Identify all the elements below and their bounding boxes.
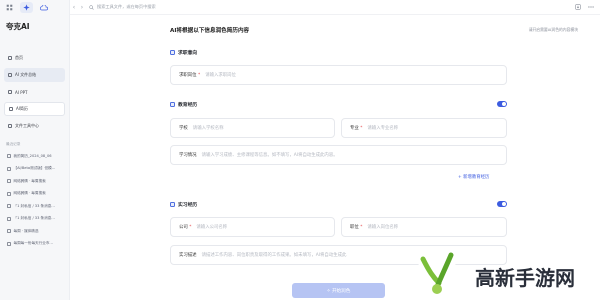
field-label: 职位 * — [350, 225, 363, 230]
section-title: 教育经历 — [178, 103, 198, 108]
document-icon — [7, 154, 11, 159]
top-bar: ‹ › 搜索工具文件，或在每页中搜索 — [70, 0, 600, 15]
document-icon — [7, 229, 11, 234]
field-placeholder: 请输入公司名称 — [196, 225, 228, 230]
history-item-label: 「1 封私信 / 33 条消息... — [13, 203, 55, 208]
more-icon[interactable] — [587, 4, 594, 11]
document-icon — [7, 216, 11, 221]
history-item-label: 网络舆情 · 每周搜索 — [13, 178, 46, 183]
sidebar-item-ai-ppt[interactable]: AI PPT — [4, 85, 65, 99]
field-label: 求职岗位 * — [179, 73, 201, 78]
sidebar-item-home[interactable]: 首页 — [4, 51, 65, 65]
sidebar: 夸克AI 首页 AI 文件总结 AI PPT AI简历 文件工具中心 最近记录 … — [0, 0, 70, 300]
sparkle-icon[interactable] — [20, 2, 33, 13]
field-placeholder: 请输入岗位名称 — [367, 225, 399, 230]
search-icon — [89, 4, 94, 10]
page-title: AI将根据以下信息润色简历内容 — [170, 28, 250, 34]
history-item-label: 「1 封私信 / 33 条消息... — [13, 216, 55, 221]
toggle-knob — [502, 101, 507, 106]
document-icon — [7, 191, 11, 196]
history-item[interactable]: 网络舆情 · 每周搜索 — [0, 188, 69, 201]
document-icon — [8, 73, 12, 77]
history-item[interactable]: 网络舆情 · 每周搜索 — [0, 175, 69, 188]
document-icon — [7, 241, 11, 246]
field-label: 学习情况 — [179, 153, 197, 158]
job-position-field[interactable]: 求职岗位 * 请输入求职岗位 — [170, 65, 507, 85]
history-item[interactable]: 我的简历_2024_08_06 — [0, 150, 69, 163]
sidebar-item-ai-resume[interactable]: AI简历 — [4, 102, 65, 116]
history-item-label: 每周每一份每天行业市... — [13, 241, 53, 246]
grid-icon[interactable] — [3, 2, 16, 13]
field-label: 学校 — [179, 126, 188, 131]
company-field[interactable]: 公司 * 请输入公司名称 — [170, 217, 335, 237]
main-content: AI将根据以下信息润色简历内容 请开启需要AI润色的内容模块 求职意向 求职岗位… — [70, 15, 600, 300]
history-section-label: 最近记录 — [6, 142, 21, 146]
history-item[interactable]: 每周每一份每天行业市... — [0, 238, 69, 251]
section-icon — [170, 102, 175, 107]
section-icon — [170, 50, 175, 55]
history-item-label: 我的简历_2024_08_06 — [13, 153, 52, 158]
slides-icon — [8, 90, 12, 94]
sidebar-item-ai-file-summary[interactable]: AI 文件总结 — [4, 68, 65, 82]
sidebar-item-label: 首页 — [15, 55, 23, 60]
start-polish-button[interactable]: ✧ 开始润色 — [292, 283, 385, 298]
section-education: 教育经历 — [170, 101, 197, 108]
history-item-label: 网络舆情 · 每周搜索 — [13, 191, 46, 196]
field-placeholder: 请描述工作内容、岗位职责及取得的工作成果。如未填写，AI将自动生成此 — [201, 253, 347, 258]
major-field[interactable]: 专业 * 请输入专业名称 — [341, 118, 507, 138]
section-icon — [170, 202, 175, 207]
section-internship: 实习经历 — [170, 201, 197, 208]
history-item-label: 【AI/Beta测试版】但模... — [13, 166, 56, 171]
section-job-intention: 求职意向 — [170, 49, 197, 56]
document-icon — [7, 179, 11, 184]
download-icon[interactable] — [574, 4, 581, 11]
study-situation-field[interactable]: 学习情况 请输入学习成绩、主修课程等信息。如不填写，AI将自动生成此内容。 — [170, 145, 507, 165]
brand-logo-text: 夸克AI — [6, 22, 30, 31]
sidebar-item-file-tools[interactable]: 文件工具中心 — [4, 119, 65, 133]
position-field[interactable]: 职位 * 请输入岗位名称 — [341, 217, 507, 237]
sidebar-item-label: AI 文件总结 — [15, 72, 37, 77]
toolbox-icon — [8, 124, 12, 128]
field-placeholder: 请输入学习成绩、主修课程等信息。如不填写，AI将自动生成此内容。 — [201, 153, 338, 158]
top-bar-actions — [574, 4, 600, 11]
sidebar-item-label: AI PPT — [15, 89, 28, 95]
back-button[interactable]: ‹ — [70, 4, 78, 11]
history-item[interactable]: 「1 封私信 / 33 条消息... — [0, 213, 69, 226]
section-title: 求职意向 — [178, 51, 198, 56]
add-education-link[interactable]: + 新增教育经历 — [458, 174, 489, 180]
education-toggle[interactable] — [497, 101, 507, 107]
field-placeholder: 请输入求职岗位 — [205, 73, 236, 78]
cloud-icon[interactable] — [37, 2, 50, 13]
field-placeholder: 请输入专业名称 — [367, 126, 399, 131]
forward-button[interactable]: › — [78, 4, 86, 11]
watermark-text: 高新手游网 — [475, 266, 575, 290]
field-label: 专业 * — [350, 126, 363, 131]
field-placeholder: 请输入学校名称 — [192, 126, 224, 131]
school-field[interactable]: 学校 请输入学校名称 — [170, 118, 335, 138]
resume-icon — [9, 107, 13, 111]
page-hint: 请开启需要AI润色的内容模块 — [528, 27, 578, 32]
internship-toggle[interactable] — [497, 201, 507, 207]
home-icon — [8, 56, 12, 60]
document-icon — [7, 204, 11, 209]
sidebar-item-label: 文件工具中心 — [15, 123, 39, 128]
field-label: 实习描述 — [179, 253, 197, 258]
history-item[interactable]: 「1 封私信 / 33 条消息... — [0, 200, 69, 213]
section-title: 实习经历 — [178, 203, 198, 208]
search-placeholder: 搜索工具文件，或在每页中搜索 — [97, 4, 156, 9]
sidebar-top-icons — [0, 0, 69, 15]
document-icon — [7, 166, 11, 171]
field-label: 公司 * — [179, 225, 192, 230]
toggle-knob — [502, 201, 507, 206]
sidebar-item-label: AI简历 — [16, 106, 28, 111]
history-item[interactable]: 每周 · 媒体精选 — [0, 225, 69, 238]
history-item-label: 每周 · 媒体精选 — [13, 228, 39, 233]
history-item[interactable]: 【AI/Beta测试版】但模... — [0, 163, 69, 176]
search-input[interactable]: 搜索工具文件，或在每页中搜索 — [89, 2, 249, 12]
